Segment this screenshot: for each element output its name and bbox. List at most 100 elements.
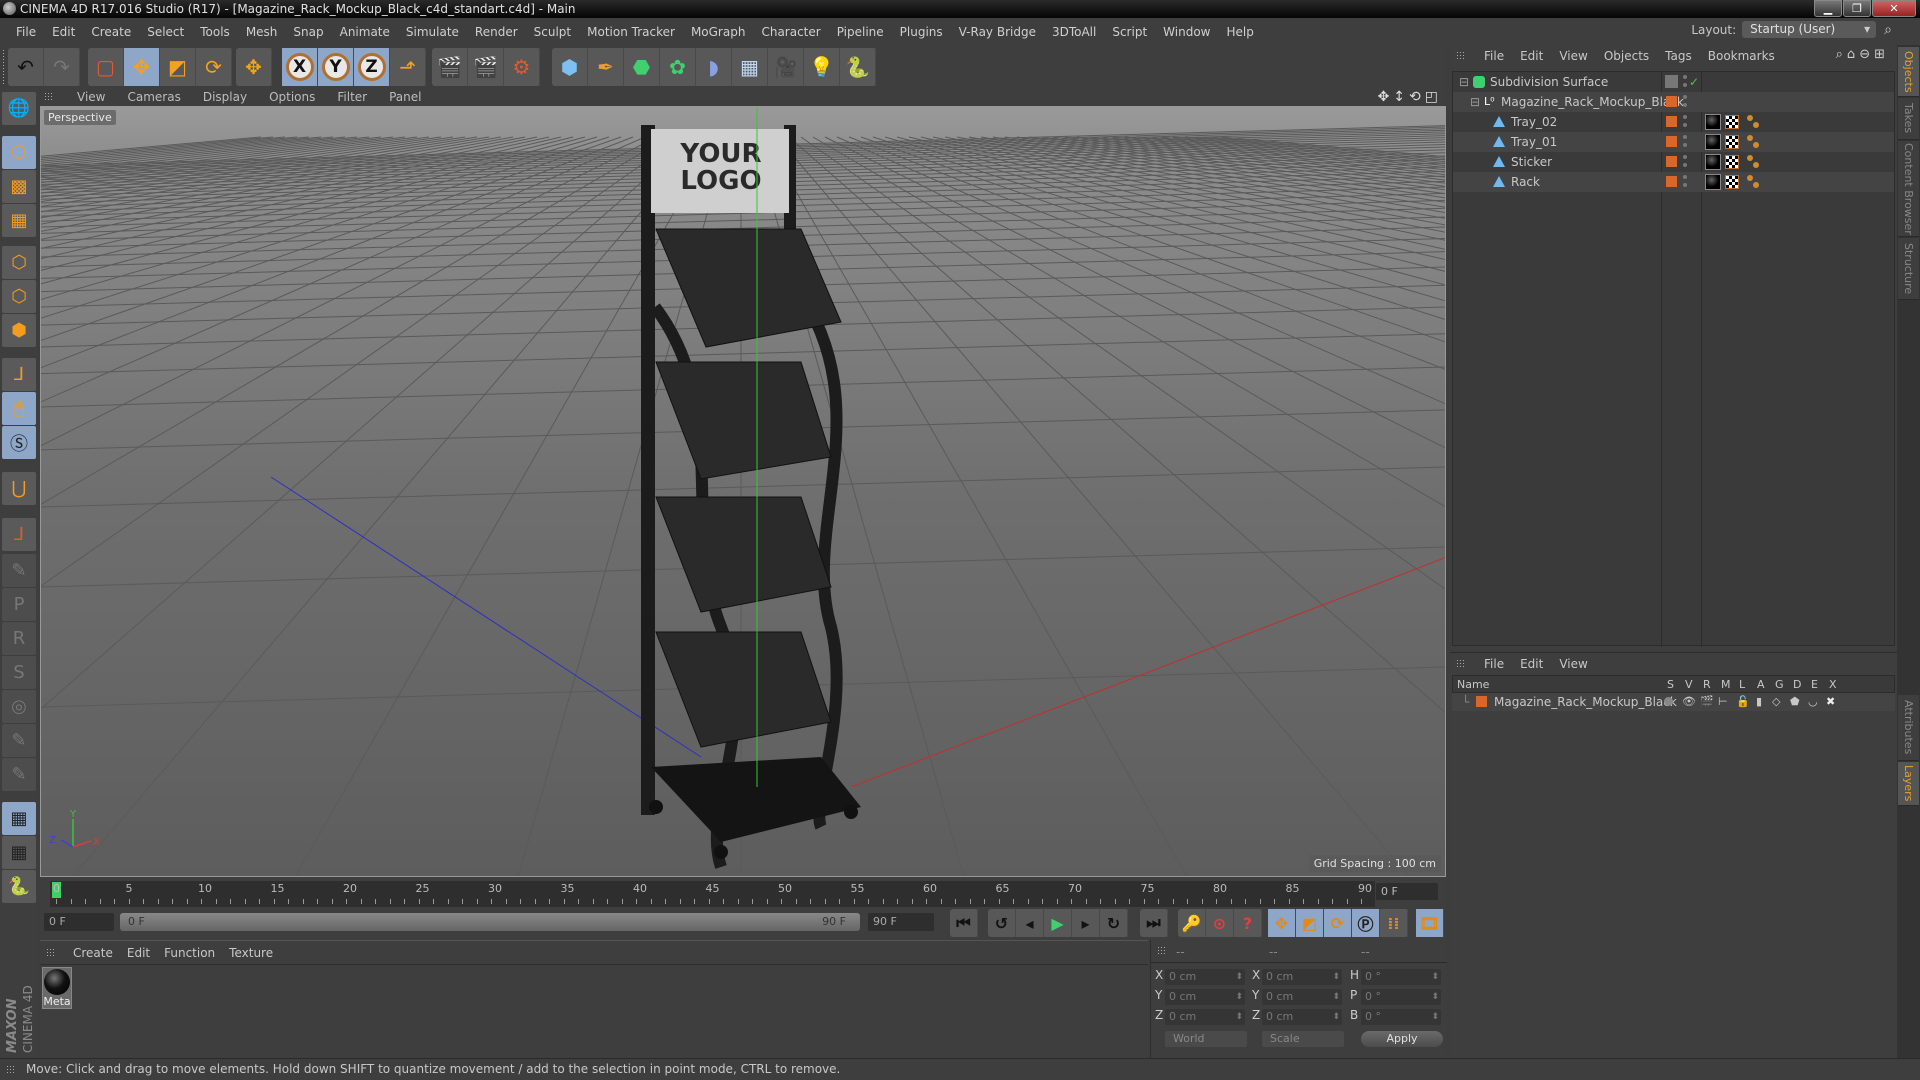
object-name[interactable]: Magazine_Rack_Mockup_Black	[1501, 92, 1684, 112]
cube-icon[interactable]: ⬢	[552, 48, 588, 86]
uvw-tag-icon[interactable]	[1745, 174, 1761, 190]
layer-color-swatch[interactable]	[1666, 136, 1677, 147]
dolly-icon[interactable]: ↕	[1393, 89, 1405, 105]
objects-menu-view[interactable]: View	[1551, 49, 1595, 63]
layers-grip[interactable]	[1456, 659, 1466, 669]
key-parameter-icon[interactable]: Ⓟ	[1352, 909, 1380, 937]
column-view[interactable]: V	[1685, 678, 1693, 691]
edges-mode-icon[interactable]: ⬡	[2, 280, 36, 313]
layers-menu-view[interactable]: View	[1551, 657, 1595, 671]
viewport-menu-display[interactable]: Display	[192, 90, 258, 104]
objects-menu-objects[interactable]: Objects	[1596, 49, 1657, 63]
viewport-menu-panel[interactable]: Panel	[378, 90, 432, 104]
material-menu-create[interactable]: Create	[66, 946, 120, 960]
object-name[interactable]: Sticker	[1511, 152, 1552, 172]
uvw-tag-icon[interactable]	[1745, 114, 1761, 130]
minimize-button[interactable]: ▁	[1814, 0, 1842, 17]
key-rotation-icon[interactable]: ⟳	[1324, 909, 1352, 937]
column-solo[interactable]: S	[1667, 678, 1674, 691]
x-axis-lock-icon[interactable]: X	[282, 48, 318, 86]
go-to-start-icon[interactable]: ⏮	[950, 909, 978, 937]
viewport-menu-view[interactable]: View	[66, 90, 116, 104]
tab-content-browser[interactable]: Content Browser	[1898, 141, 1919, 237]
column-animation[interactable]: A	[1757, 678, 1765, 691]
points-mode-icon[interactable]: ⬡	[2, 246, 36, 279]
objects-menu-bookmarks[interactable]: Bookmarks	[1700, 49, 1783, 63]
menu-pipeline[interactable]: Pipeline	[829, 25, 892, 39]
object-name[interactable]: Subdivision Surface	[1490, 72, 1608, 92]
object-row-tray-01[interactable]: Tray_01	[1453, 132, 1894, 152]
texture-tag-icon[interactable]	[1725, 115, 1739, 129]
workplane-axis-icon[interactable]: ⅃	[2, 518, 36, 551]
apply-button[interactable]: Apply	[1361, 1031, 1443, 1047]
visibility-dots[interactable]	[1683, 175, 1687, 191]
material-tag-icon[interactable]	[1705, 114, 1721, 130]
object-row-rack[interactable]: Rack	[1453, 172, 1894, 192]
keyframe-icon[interactable]: ◎	[2, 690, 36, 723]
play-icon[interactable]: ▶	[1044, 909, 1072, 937]
column-manager[interactable]: M	[1721, 678, 1731, 691]
column-generators[interactable]: G	[1775, 678, 1784, 691]
manager-toggle-icon[interactable]: ⊢	[1718, 693, 1728, 711]
pos-y-field[interactable]: 0 cm	[1165, 989, 1245, 1005]
rot-p-field[interactable]: 0 °	[1361, 989, 1441, 1005]
r-key-icon[interactable]: R	[2, 622, 36, 655]
tab-structure[interactable]: Structure	[1898, 238, 1919, 300]
visibility-dots[interactable]	[1683, 115, 1687, 131]
pan-icon[interactable]: ✥	[1378, 89, 1390, 105]
snap-magnet-icon[interactable]: ⋃	[2, 472, 36, 505]
menu-create[interactable]: Create	[83, 25, 139, 39]
start-frame-field[interactable]: 0 F	[44, 913, 114, 931]
visibility-dots[interactable]	[1683, 95, 1687, 111]
render-settings-icon[interactable]: ⚙	[504, 48, 540, 86]
coordinate-mode-dropdown[interactable]: World	[1165, 1031, 1247, 1047]
object-row-sticker[interactable]: Sticker	[1453, 152, 1894, 172]
tab-attributes[interactable]: Attributes	[1898, 695, 1919, 761]
orbit-icon[interactable]: ⟲	[1409, 89, 1421, 105]
material-menu-function[interactable]: Function	[157, 946, 222, 960]
coords-grip[interactable]	[1157, 946, 1167, 956]
collapse-icon[interactable]: ⊟	[1470, 92, 1480, 112]
preview-range-slider[interactable]: 0 F 90 F	[120, 913, 860, 931]
cloner-icon[interactable]: ✿	[660, 48, 696, 86]
key-scale-icon[interactable]: ◩	[1296, 909, 1324, 937]
menu-vray-bridge[interactable]: V-Ray Bridge	[951, 25, 1044, 39]
brush-icon[interactable]: ✎	[2, 758, 36, 791]
texture-mode-icon[interactable]: ▩	[2, 170, 36, 203]
menu-animate[interactable]: Animate	[332, 25, 398, 39]
deformer-icon[interactable]: ◗	[696, 48, 732, 86]
menu-edit[interactable]: Edit	[44, 25, 83, 39]
polygons-mode-icon[interactable]: ⬢	[2, 314, 36, 347]
texture-tag-icon[interactable]	[1725, 155, 1739, 169]
key-position-icon[interactable]: ✥	[1268, 909, 1296, 937]
deformers-toggle-icon[interactable]: ⬟	[1790, 693, 1800, 711]
workplane-icon[interactable]: ▦	[2, 204, 36, 237]
object-row-magazine-rack[interactable]: ⊟ L⁰ Magazine_Rack_Mockup_Black	[1453, 92, 1894, 112]
enabled-check-icon[interactable]: ✓	[1689, 72, 1699, 92]
scale-icon[interactable]: ◩	[160, 48, 196, 86]
toolbar-grip[interactable]	[2, 49, 6, 85]
coordinate-system-icon[interactable]: ⬏	[390, 48, 426, 86]
timeline-key-icon[interactable]: ✎	[2, 724, 36, 757]
live-selection-icon[interactable]: ▢	[88, 48, 124, 86]
xrefs-toggle-icon[interactable]: ✖	[1826, 693, 1835, 711]
uvw-tag-icon[interactable]	[1745, 154, 1761, 170]
material-tag-icon[interactable]	[1705, 134, 1721, 150]
p-key-icon[interactable]: P	[2, 588, 36, 621]
visibility-dots[interactable]	[1683, 75, 1687, 91]
transform-mode-dropdown[interactable]: Scale	[1262, 1031, 1344, 1047]
workplane-rotate-icon[interactable]: ▦	[2, 836, 36, 869]
menu-3dtoall[interactable]: 3DToAll	[1044, 25, 1104, 39]
redo-icon[interactable]: ↷	[44, 48, 80, 86]
menu-file[interactable]: File	[8, 25, 44, 39]
layer-color-swatch[interactable]	[1666, 96, 1677, 107]
material-tag-icon[interactable]	[1705, 154, 1721, 170]
layer-color-swatch[interactable]	[1666, 116, 1677, 127]
z-axis-lock-icon[interactable]: Z	[354, 48, 390, 86]
object-name[interactable]: Rack	[1511, 172, 1540, 192]
layer-color-swatch[interactable]	[1476, 696, 1487, 707]
uvw-tag-icon[interactable]	[1745, 134, 1761, 150]
menu-snap[interactable]: Snap	[285, 25, 331, 39]
timeline-ruler[interactable]: 0 5 10 15 20 25 30 35 40 45 50 55 60 65 70 75 80 85 90	[50, 881, 1375, 907]
viewport-menu-options[interactable]: Options	[258, 90, 326, 104]
